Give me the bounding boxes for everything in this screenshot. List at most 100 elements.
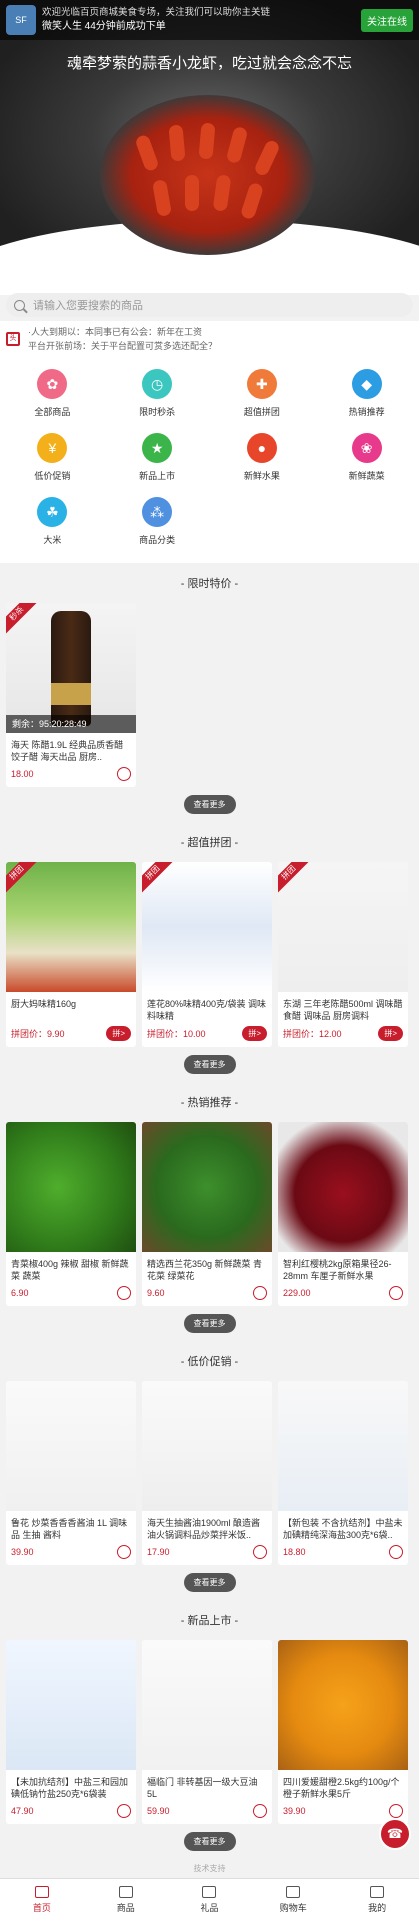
add-to-cart-icon[interactable]: [117, 1286, 131, 1300]
nav-label: 大米: [43, 535, 62, 545]
nav-label: 超值拼团: [243, 407, 280, 417]
rice-icon: ☘: [37, 497, 68, 527]
product-image: [142, 1640, 272, 1770]
product-name: 鲁花 炒菜香香香酱油 1L 调味品 生抽 酱料: [11, 1518, 128, 1540]
tab-cart[interactable]: 购物车: [251, 1879, 335, 1920]
news-icon: 头: [6, 332, 20, 346]
product-name: 精选西兰花350g 新鲜蔬菜 青花菜 绿菜花: [147, 1259, 263, 1281]
nav-item[interactable]: ⁂ 商品分类: [105, 491, 210, 555]
group-buy-grid: 拼团 厨大妈味精160g 拼团价：9.90 拼> 拼团 莲花80%味精400克/袋装 调味…: [0, 862, 419, 1047]
product-card[interactable]: 海天生抽酱油1900ml 酿造酱油火锅调料品炒菜拌米饭.. 17.90: [142, 1381, 272, 1565]
product-name: 四川爱媛甜橙2.5kg约100g/个 橙子新鲜水果5斤: [283, 1777, 400, 1799]
product-price: 18.80: [283, 1547, 306, 1557]
add-to-cart-icon[interactable]: [117, 767, 131, 781]
product-price: 47.90: [11, 1806, 34, 1816]
join-group-button[interactable]: 拼>: [106, 1026, 131, 1041]
group-tag: 拼团: [278, 862, 311, 895]
product-price: 39.90: [11, 1547, 34, 1557]
product-image: 秒杀 剩余：95:20:28:49: [6, 603, 136, 733]
tab-home[interactable]: 首页: [0, 1879, 84, 1920]
new-more[interactable]: 查看更多: [0, 1824, 419, 1859]
product-card[interactable]: 【未加抗结剂】中盐三和园加碘低钠竹盐250克*6袋装 47.90: [6, 1640, 136, 1824]
product-card[interactable]: 四川爱媛甜橙2.5kg约100g/个 橙子新鲜水果5斤 39.90: [278, 1640, 408, 1824]
search-placeholder: 请输入您要搜索的商品: [33, 300, 143, 312]
tab-goods[interactable]: 商品: [84, 1879, 168, 1920]
promo-more[interactable]: 查看更多: [0, 1565, 419, 1600]
section-title-group: - 超值拼团 -: [0, 822, 419, 862]
product-price: 6.90: [11, 1288, 29, 1298]
section-title-flash: - 限时特价 -: [0, 563, 419, 603]
clock-icon: ◷: [142, 369, 173, 399]
add-to-cart-icon[interactable]: [117, 1545, 131, 1559]
product-price: 18.00: [11, 769, 34, 779]
add-to-cart-icon[interactable]: [389, 1804, 403, 1818]
tab-label: 礼品: [200, 1902, 219, 1913]
follow-button[interactable]: 关注在线: [361, 8, 413, 32]
product-card[interactable]: 拼团莲花80%味精400克/袋装 调味料味精拼团价：10.00 拼>: [142, 862, 272, 1047]
product-card[interactable]: 青菜椒400g 辣椒 甜椒 新鲜蔬菜 蔬菜 6.90: [6, 1122, 136, 1306]
add-to-cart-icon[interactable]: [117, 1804, 131, 1818]
add-to-cart-icon[interactable]: [389, 1545, 403, 1559]
news-line2: 平台开张前场：关于平台配置可赏多选还配全？: [28, 341, 218, 351]
countdown-timer: 剩余：95:20:28:49: [6, 715, 136, 733]
nav-item[interactable]: ❀ 新鲜蔬菜: [314, 427, 419, 491]
customer-service-icon[interactable]: ☎: [379, 1818, 411, 1850]
nav-item[interactable]: ◆ 热销推荐: [314, 363, 419, 427]
add-to-cart-icon[interactable]: [253, 1545, 267, 1559]
new-icon: ★: [142, 433, 173, 463]
product-image: 拼团: [278, 862, 408, 992]
join-group-button[interactable]: 拼>: [242, 1026, 267, 1041]
product-card[interactable]: 拼团 厨大妈味精160g 拼团价：9.90 拼>: [6, 862, 136, 1047]
group-more[interactable]: 查看更多: [0, 1047, 419, 1082]
nav-item[interactable]: ✚ 超值拼团: [210, 363, 315, 427]
product-card[interactable]: 秒杀 剩余：95:20:28:49 海天 陈醋1.9L 经典品质香醋 饺子醋 海…: [6, 603, 136, 787]
product-card[interactable]: 拼团东湖 三年老陈醋500ml 调味醋 食醋 调味品 厨房调料拼团价：12.00…: [278, 862, 408, 1047]
product-card[interactable]: 鲁花 炒菜香香香酱油 1L 调味品 生抽 酱料 39.90: [6, 1381, 136, 1565]
tab-user[interactable]: 我的: [335, 1879, 419, 1920]
add-to-cart-icon[interactable]: [253, 1286, 267, 1300]
nav-item[interactable]: ✿ 全部商品: [0, 363, 105, 427]
join-group-button[interactable]: 拼>: [378, 1026, 403, 1041]
group-tag: 拼团: [6, 862, 39, 895]
product-image: [278, 1122, 408, 1252]
nav-item[interactable]: ☘ 大米: [0, 491, 105, 555]
add-to-cart-icon[interactable]: [389, 1286, 403, 1300]
product-name: 东湖 三年老陈醋500ml 调味醋 食醋 调味品 厨房调料: [283, 999, 403, 1021]
group-icon: ✚: [246, 369, 277, 399]
product-name: 福临门 非转基因一级大豆油5L: [147, 1777, 258, 1799]
flash-sale-grid: 秒杀 剩余：95:20:28:49 海天 陈醋1.9L 经典品质香醋 饺子醋 海…: [0, 603, 419, 787]
vegetable-icon: ❀: [351, 433, 382, 463]
nav-item[interactable]: ¥ 低价促销: [0, 427, 105, 491]
goods-icon: [118, 1885, 133, 1898]
product-card[interactable]: 智利红樱桃2kg原箱果径26-28mm 车厘子新鲜水果 229.00: [278, 1122, 408, 1306]
add-to-cart-icon[interactable]: [253, 1804, 267, 1818]
product-name: 海天 陈醋1.9L 经典品质香醋 饺子醋 海天出品 厨房..: [11, 740, 124, 762]
search-icon: [14, 299, 25, 311]
nav-item[interactable]: ● 新鲜水果: [210, 427, 315, 491]
search-bar[interactable]: 请输入您要搜索的商品: [6, 293, 413, 317]
nav-label: 新鲜水果: [243, 471, 280, 481]
tab-label: 商品: [116, 1902, 135, 1913]
product-price: 拼团价：10.00: [147, 1029, 206, 1039]
product-card[interactable]: 福临门 非转基因一级大豆油5L 59.90: [142, 1640, 272, 1824]
tab-label: 购物车: [279, 1902, 307, 1913]
nav-item[interactable]: ◷ 限时秒杀: [105, 363, 210, 427]
flash-more[interactable]: 查看更多: [0, 787, 419, 822]
nav-label: 全部商品: [34, 407, 71, 417]
notice-text: 欢迎光临百页商城美食专场，关注我们可以助你主关链 微笑人生 44分钟前成功下单: [42, 6, 361, 34]
fruit-icon: ●: [246, 433, 277, 463]
news-ticker[interactable]: 头 ·人大到期以：本同事已有公会：新年在工资 平台开张前场：关于平台配置可赏多选…: [0, 321, 419, 357]
category-icon: ⁂: [142, 497, 173, 527]
product-price: 拼团价：12.00: [283, 1029, 342, 1039]
tab-gift[interactable]: 礼品: [168, 1879, 252, 1920]
hero-banner[interactable]: SF 欢迎光临百页商城美食专场，关注我们可以助你主关链 微笑人生 44分钟前成功…: [0, 0, 419, 295]
product-image: [142, 1381, 272, 1511]
nav-item[interactable]: ★ 新品上市: [105, 427, 210, 491]
group-tag: 拼团: [142, 862, 175, 895]
nav-label: 热销推荐: [348, 407, 385, 417]
product-card[interactable]: 【新包装 不含抗结剂】中盐未加碘精纯深海盐300克*6袋.. 18.80: [278, 1381, 408, 1565]
product-name: 莲花80%味精400克/袋装 调味料味精: [147, 999, 267, 1021]
product-card[interactable]: 精选西兰花350g 新鲜蔬菜 青花菜 绿菜花 9.60: [142, 1122, 272, 1306]
hot-more[interactable]: 查看更多: [0, 1306, 419, 1341]
news-line1: ·人大到期以：本同事已有公会：新年在工资: [28, 327, 202, 337]
